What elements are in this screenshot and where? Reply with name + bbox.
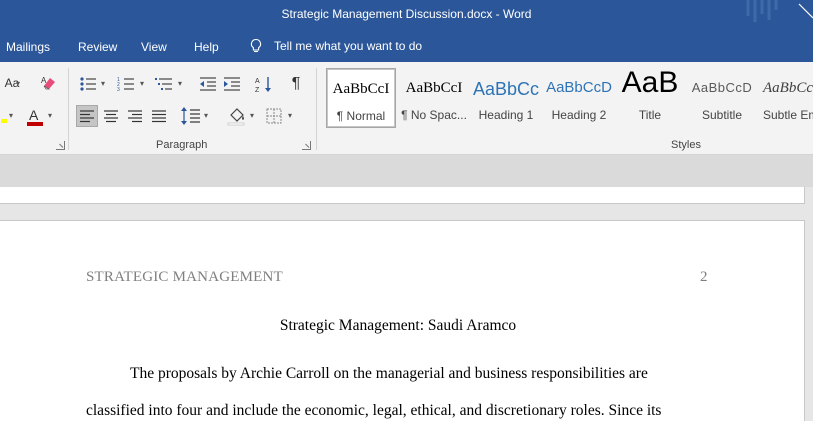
tab-review[interactable]: Review [78, 40, 117, 54]
style-preview: AaBbCcI [405, 80, 463, 96]
paragraph-group-launcher[interactable] [302, 141, 311, 150]
group-separator [316, 68, 317, 150]
style-name: ¶ Normal [336, 109, 386, 123]
group-separator [68, 68, 69, 150]
style-preview: AaBbCc [472, 79, 540, 99]
sort-button[interactable]: A Z [254, 74, 274, 94]
align-left-icon [80, 110, 94, 123]
decrease-indent-icon [200, 77, 216, 91]
svg-text:A: A [41, 76, 47, 85]
justify-icon [152, 110, 166, 123]
style-name: Subtle Em [763, 108, 813, 122]
increase-indent-button[interactable] [222, 74, 242, 94]
style-preview: AaBbCc [763, 80, 813, 96]
justify-button[interactable] [149, 106, 169, 126]
page-number: 2 [700, 269, 708, 285]
numbering-button[interactable]: 123 [116, 74, 136, 94]
font-color-button[interactable]: A [24, 106, 46, 128]
running-head: STRATEGIC MANAGEMENT [86, 269, 283, 285]
align-center-button[interactable] [101, 106, 121, 126]
vertical-scrollbar[interactable] [805, 187, 813, 421]
style-preview: AaBbCcD [546, 79, 612, 96]
shading-caret-icon: ▾ [250, 111, 255, 120]
tab-help[interactable]: Help [194, 40, 219, 54]
multilevel-list-icon [155, 78, 172, 90]
decrease-indent-button[interactable] [198, 74, 218, 94]
bullets-icon [80, 77, 96, 91]
svg-text:3: 3 [117, 87, 120, 92]
clear-formatting-button[interactable]: A [38, 73, 60, 93]
lightbulb-icon [250, 38, 262, 53]
align-center-icon [104, 110, 118, 123]
style-heading-2[interactable]: AaBbCcD Heading 2 [544, 68, 614, 128]
style-name: ¶ No Spac... [401, 108, 467, 122]
style-preview: AaBbCcI [332, 81, 390, 97]
font-group-launcher[interactable] [56, 141, 65, 150]
align-right-icon [128, 110, 142, 123]
title-bar: Strategic Management Discussion.docx - W… [0, 0, 813, 30]
multilevel-list-button[interactable] [154, 74, 174, 94]
multilevel-caret-icon: ▾ [178, 79, 183, 88]
document-title: Strategic Management: Saudi Aramco [279, 317, 517, 334]
eraser-icon: A [41, 76, 55, 90]
previous-page-bottom [0, 187, 805, 204]
ribbon-tabs: Mailings Review View Help Tell me what y… [0, 30, 813, 62]
sort-icon: A Z [255, 77, 271, 93]
style-name: Heading 1 [478, 108, 534, 122]
bullets-caret-icon: ▾ [101, 79, 106, 88]
style-preview: AaBbCcD [691, 80, 753, 95]
highlight-color-swatch [1, 119, 7, 123]
window-title: Strategic Management Discussion.docx - W… [281, 7, 532, 21]
style-title[interactable]: AaB Title [616, 68, 684, 128]
increase-indent-icon [224, 77, 240, 91]
font-color-caret-icon: ▾ [48, 111, 53, 120]
svg-text:A: A [29, 107, 39, 123]
style-preview: AaB [621, 68, 679, 99]
change-case-caret-icon: ▾ [16, 79, 21, 88]
document-area[interactable]: STRATEGIC MANAGEMENT 2 Strategic Managem… [0, 155, 813, 421]
style-subtitle[interactable]: AaBbCcD Subtitle [688, 68, 756, 128]
document-page[interactable]: STRATEGIC MANAGEMENT 2 Strategic Managem… [0, 220, 805, 421]
change-case-button[interactable]: Aa [0, 74, 24, 92]
pilcrow-icon: ¶ [291, 75, 301, 92]
paint-bucket-icon [227, 108, 245, 126]
document-gap [0, 155, 813, 187]
style-subtle-emphasis[interactable]: AaBbCc Subtle Em [760, 68, 813, 128]
paragraph-line: classified into four and include the eco… [86, 402, 662, 419]
borders-icon [266, 108, 282, 124]
align-left-button[interactable] [76, 105, 98, 127]
title-bar-decoration-icon [746, 0, 813, 22]
highlight-caret-icon: ▾ [9, 111, 14, 120]
show-formatting-marks-button[interactable]: ¶ [286, 73, 306, 95]
align-right-button[interactable] [125, 106, 145, 126]
shading-button[interactable] [226, 105, 248, 127]
styles-gallery: AaBbCcI ¶ Normal AaBbCcI ¶ No Spac... Aa… [324, 68, 813, 128]
tell-me-text: Tell me what you want to do [274, 39, 423, 53]
style-no-spacing[interactable]: AaBbCcI ¶ No Spac... [398, 68, 470, 128]
highlight-button[interactable] [0, 106, 8, 124]
paragraph-group-label: Paragraph [156, 139, 208, 151]
style-normal[interactable]: AaBbCcI ¶ Normal [326, 68, 396, 128]
bullets-button[interactable] [78, 74, 98, 94]
svg-text:A: A [255, 78, 260, 85]
svg-text:Z: Z [255, 87, 260, 93]
paragraph-line: The proposals by Archie Carroll on the m… [130, 365, 648, 382]
line-spacing-icon [181, 107, 200, 125]
tell-me-search[interactable]: Tell me what you want to do [248, 38, 422, 54]
tab-view[interactable]: View [141, 40, 167, 54]
tab-mailings[interactable]: Mailings [6, 40, 50, 54]
borders-button[interactable] [264, 106, 284, 126]
numbering-caret-icon: ▾ [140, 79, 145, 88]
numbering-icon: 123 [117, 77, 134, 92]
style-heading-1[interactable]: AaBbCc Heading 1 [472, 68, 540, 128]
line-spacing-caret-icon: ▾ [204, 111, 209, 120]
line-spacing-button[interactable] [180, 106, 202, 126]
style-name: Subtitle [701, 108, 743, 122]
style-name: Heading 2 [551, 108, 607, 122]
font-color-icon: A [27, 107, 43, 126]
styles-group-label: Styles [671, 139, 701, 151]
borders-caret-icon: ▾ [288, 111, 293, 120]
style-name: Title [638, 108, 662, 122]
